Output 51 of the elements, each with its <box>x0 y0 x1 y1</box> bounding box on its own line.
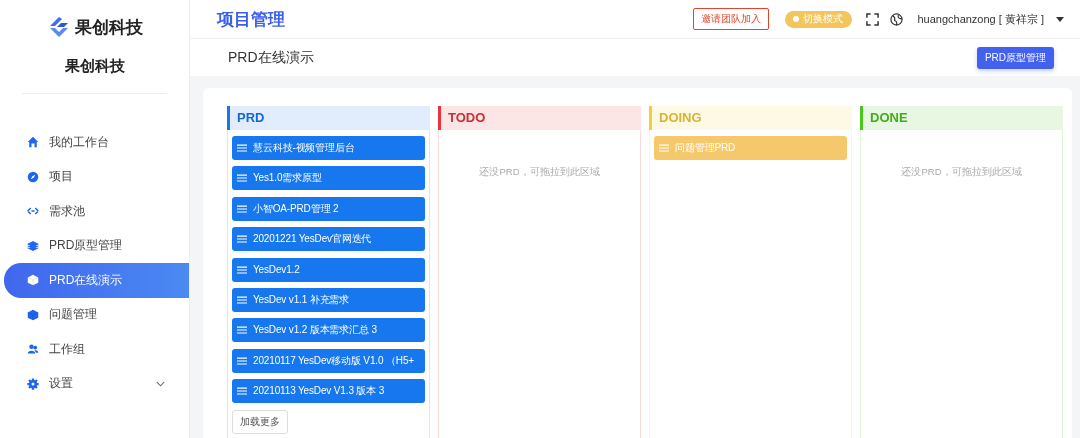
prd-card[interactable]: Yes1.0需求原型 <box>232 166 425 191</box>
prd-card[interactable]: YesDev1.2 <box>232 257 425 282</box>
fullscreen-icon[interactable] <box>866 12 880 26</box>
menu-icon <box>237 326 247 335</box>
nav-item[interactable]: PRD在线演示 <box>4 263 189 298</box>
nav-item[interactable]: 问题管理 <box>4 297 189 332</box>
nav-icon <box>27 239 39 252</box>
logo-text: 果创科技 <box>74 16 143 39</box>
menu-icon <box>237 174 247 183</box>
nav-icon <box>27 377 39 390</box>
menu-icon <box>659 144 669 152</box>
menu-icon <box>237 295 247 304</box>
menu-icon <box>237 204 247 213</box>
globe-icon[interactable] <box>890 12 904 26</box>
page-title: 项目管理 <box>217 8 285 31</box>
nav-icon <box>27 170 39 183</box>
column-header: PRD <box>227 106 430 130</box>
invite-button[interactable]: 邀请团队加入 <box>693 8 770 30</box>
column-header: TODO <box>438 106 641 130</box>
menu-icon <box>237 356 247 365</box>
prd-card[interactable]: YesDev v1.1 补充需求 <box>232 287 425 312</box>
column-header: DOING <box>649 106 852 130</box>
empty-hint: 还没PRD，可拖拉到此区域 <box>478 166 601 179</box>
prd-card[interactable]: 20210117 YesDev移动版 V1.0 （H5+ <box>232 348 425 373</box>
caret-icon[interactable] <box>1056 16 1064 22</box>
nav-icon <box>27 308 39 321</box>
prd-card[interactable]: 慧云科技-视频管理后台 <box>232 136 425 160</box>
user-name[interactable]: huangchanzong [ 黄祥宗 ] <box>917 11 1044 27</box>
nav-item[interactable]: 设置 <box>4 366 189 401</box>
nav-icon <box>27 136 39 149</box>
nav-item[interactable]: 需求池 <box>4 194 189 229</box>
menu-icon <box>237 387 247 396</box>
nav-item[interactable]: 工作组 <box>4 332 189 367</box>
nav-item[interactable]: 我的工作台 <box>4 125 189 160</box>
empty-hint: 还没PRD，可拖拉到此区域 <box>900 166 1023 179</box>
prd-manage-button[interactable]: PRD原型管理 <box>976 46 1054 69</box>
nav-item[interactable]: 项目 <box>4 159 189 194</box>
load-more-button[interactable]: 加载更多 <box>232 409 288 434</box>
prd-card[interactable]: 20201221 YesDev官网迭代 <box>232 227 425 252</box>
nav-icon <box>27 343 39 356</box>
menu-icon <box>237 235 247 244</box>
menu-icon <box>237 265 247 274</box>
column-header: DONE <box>860 106 1063 130</box>
nav-icon <box>27 274 39 287</box>
prd-card[interactable]: YesDev v1.2 版本需求汇总 3 <box>232 318 425 343</box>
menu-icon <box>237 144 247 152</box>
nav-item[interactable]: PRD原型管理 <box>4 228 189 263</box>
org-name: 果创科技 <box>63 57 126 76</box>
section-title: PRD在线演示 <box>228 48 314 67</box>
prd-card[interactable]: 20210113 YesDev V1.3 版本 3 <box>232 379 425 404</box>
prd-card[interactable]: 小智OA-PRD管理 2 <box>232 196 425 221</box>
